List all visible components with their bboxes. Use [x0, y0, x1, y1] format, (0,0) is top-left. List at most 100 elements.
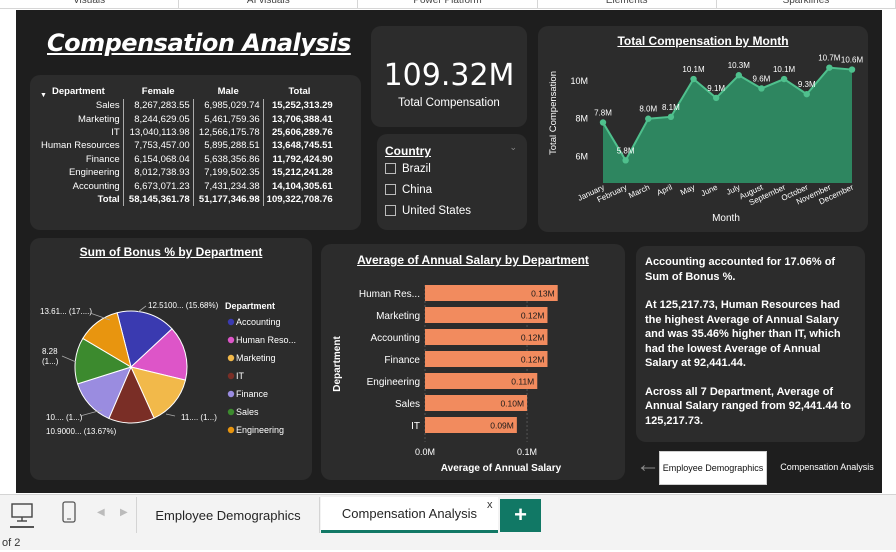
pie-legend-item[interactable]: Human Reso... [236, 335, 296, 345]
pie-legend-item[interactable]: Marketing [236, 353, 276, 363]
checkbox-icon[interactable] [385, 205, 396, 216]
scroll-left-icon[interactable]: ◀ [97, 507, 105, 518]
area-point[interactable] [848, 66, 856, 73]
matrix-panel[interactable]: Department ▼ Female Male Total Sales 8,267… [30, 75, 361, 230]
matrix-cell-female: 7,753,457.00 [122, 139, 194, 153]
ribbon-sparklines[interactable]: Sparklines [717, 0, 896, 8]
ribbon-elements[interactable]: Elements [538, 0, 717, 8]
matrix-row[interactable]: Marketing 8,244,629.05 5,461,759.36 13,706,… [38, 112, 336, 126]
x-tick-label: March [627, 183, 651, 201]
salary-bar-panel[interactable]: Average of Annual Salary by Department 0… [321, 244, 625, 480]
matrix-cell-department: Engineering [68, 167, 120, 179]
monthly-compensation-panel[interactable]: Total Compensation by Month 7.8M 5.8M 8.0M… [538, 26, 868, 232]
matrix-cell-department: Finance [85, 153, 120, 165]
matrix-cell-total: 14,104,305.61 [262, 179, 336, 193]
checkbox-icon[interactable] [385, 184, 396, 195]
area-point[interactable] [826, 64, 833, 71]
pie-leader-line [165, 413, 176, 417]
area-point[interactable] [803, 90, 810, 98]
y-axis-title: Total Compensation [548, 71, 559, 155]
area-data-label: 7.8M [594, 109, 612, 118]
mobile-view-icon[interactable] [62, 501, 76, 528]
matrix-total-total: 109,322,708.76 [262, 192, 336, 207]
ribbon-visuals[interactable]: Visuals [0, 0, 180, 8]
area-point[interactable] [735, 72, 743, 79]
pie-legend-item[interactable]: Sales [236, 407, 259, 417]
matrix-total-female: 58,145,361.78 [122, 192, 194, 207]
pie-data-label: 10.... (1...) [46, 413, 83, 422]
kpi-value: 109.32M [383, 58, 515, 93]
slicer-option-united-states[interactable]: United States [385, 200, 471, 221]
matrix-row[interactable]: Accounting 6,673,071.23 7,431,234.38 14,104… [38, 179, 336, 193]
slicer-chevron-icon[interactable]: ⌄ [509, 142, 517, 153]
monthly-compensation-area-chart[interactable]: 7.8M5.8M8.0M 8.1M10.1M9.1M10.3M9.6M10.1M9… [538, 26, 868, 232]
pie-legend-item[interactable]: Finance [236, 389, 268, 399]
matrix-cell-department: IT [111, 126, 120, 138]
bonus-pie-chart[interactable]: 13.61... (17....) 12.5100... (15.68%) 8.28… [30, 238, 312, 480]
pie-legend-item[interactable]: Engineering [236, 425, 284, 435]
slicer-title: Country [385, 144, 431, 158]
bar-category-label: Accounting [371, 333, 420, 344]
matrix-header-total[interactable]: Total [263, 83, 336, 99]
back-arrow-icon[interactable]: ← [636, 453, 660, 477]
bonus-pie-panel[interactable]: Sum of Bonus % by Department 13.61... (1… [30, 238, 312, 480]
slicer-option-brazil[interactable]: Brazil [385, 158, 471, 179]
area-point[interactable] [599, 119, 607, 126]
kpi-card[interactable]: 109.32M Total Compensation [371, 26, 527, 127]
area-data-label: 10.1M [773, 65, 796, 74]
matrix-row[interactable]: Sales 8,267,283.55 6,985,029.74 15,252,313.… [38, 99, 336, 113]
matrix-row[interactable]: Finance 6,154,068.04 5,638,356.86 11,792,42… [38, 152, 336, 166]
matrix-row[interactable]: Engineering 8,012,738.93 7,199,502.35 15,21… [38, 165, 336, 180]
smart-narrative: Accounting accounted for 17.06% of Sum o… [636, 246, 865, 442]
area-point[interactable] [712, 94, 720, 102]
matrix-header-male[interactable]: Male [193, 83, 263, 99]
area-point[interactable] [667, 113, 675, 121]
bar-category-label: Human Res... [359, 289, 420, 300]
checkbox-icon[interactable] [385, 163, 396, 174]
bar-data-label: 0.12M [521, 355, 545, 365]
x-axis-title: Month [712, 213, 740, 224]
legend-marker [227, 408, 235, 416]
bar-data-label: 0.13M [531, 289, 555, 299]
area-point[interactable] [690, 75, 697, 83]
ribbon-power-platform[interactable]: Power Platform [358, 0, 538, 8]
matrix-row[interactable]: Human Resources 7,753,457.00 5,895,288.51 1… [38, 139, 336, 153]
bar-category-label: Finance [384, 355, 420, 366]
area-data-label: 9.6M [753, 74, 771, 83]
area-point[interactable] [645, 115, 652, 122]
salary-bar-chart[interactable]: 0.0M 0.1M 0.13M Human Res... 0.12M Marketing 0… [321, 244, 625, 480]
matrix-cell-male: 7,431,234.38 [192, 179, 264, 193]
pie-leader-line [137, 305, 147, 313]
matrix-cell-female: 8,012,738.93 [122, 165, 194, 180]
tab-employee-demographics[interactable]: Employee Demographics [136, 497, 320, 533]
area-point[interactable] [780, 75, 788, 83]
matrix-cell-female: 6,673,071.23 [122, 179, 194, 193]
matrix-cell-female: 8,267,283.55 [122, 99, 194, 113]
area-data-label: 10.1M [682, 65, 705, 74]
scroll-right-icon[interactable]: ▶ [120, 507, 128, 518]
add-page-button[interactable]: + [500, 499, 541, 532]
ribbon-ai-visuals[interactable]: AI visuals [179, 0, 359, 8]
bar-data-label: 0.11M [511, 377, 534, 387]
area-point[interactable] [758, 85, 765, 92]
matrix-cell-male: 5,638,356.86 [192, 152, 264, 166]
x-tick-label: April [655, 183, 674, 198]
matrix-header-female[interactable]: Female [123, 83, 193, 99]
desktop-view-icon[interactable] [10, 503, 34, 528]
pie-legend-item[interactable]: IT [236, 371, 245, 381]
area-point[interactable] [622, 157, 629, 164]
matrix-row[interactable]: IT 13,040,113.98 12,566,175.78 25,606,289.7… [38, 125, 336, 140]
tab-compensation-analysis[interactable]: Compensation Analysis [321, 497, 498, 533]
area-data-label: 10.6M [841, 56, 864, 65]
slicer-option-china[interactable]: China [385, 179, 471, 200]
matrix-cell-male: 5,461,759.36 [192, 112, 264, 126]
tab-close-icon[interactable]: x [487, 499, 493, 511]
matrix-cell-department: Accounting [72, 180, 120, 192]
nav-compensation-analysis-button[interactable]: Compensation Analysis [772, 451, 882, 485]
sort-desc-icon[interactable]: ▼ [40, 92, 47, 99]
bar-data-label: 0.10M [500, 399, 524, 409]
matrix-cell-department: Human Resources [41, 140, 120, 152]
matrix-header-department[interactable]: Department ▼ [38, 83, 123, 100]
nav-employee-demographics-button[interactable]: Employee Demographics [659, 451, 767, 485]
pie-legend-item[interactable]: Accounting [236, 317, 281, 327]
